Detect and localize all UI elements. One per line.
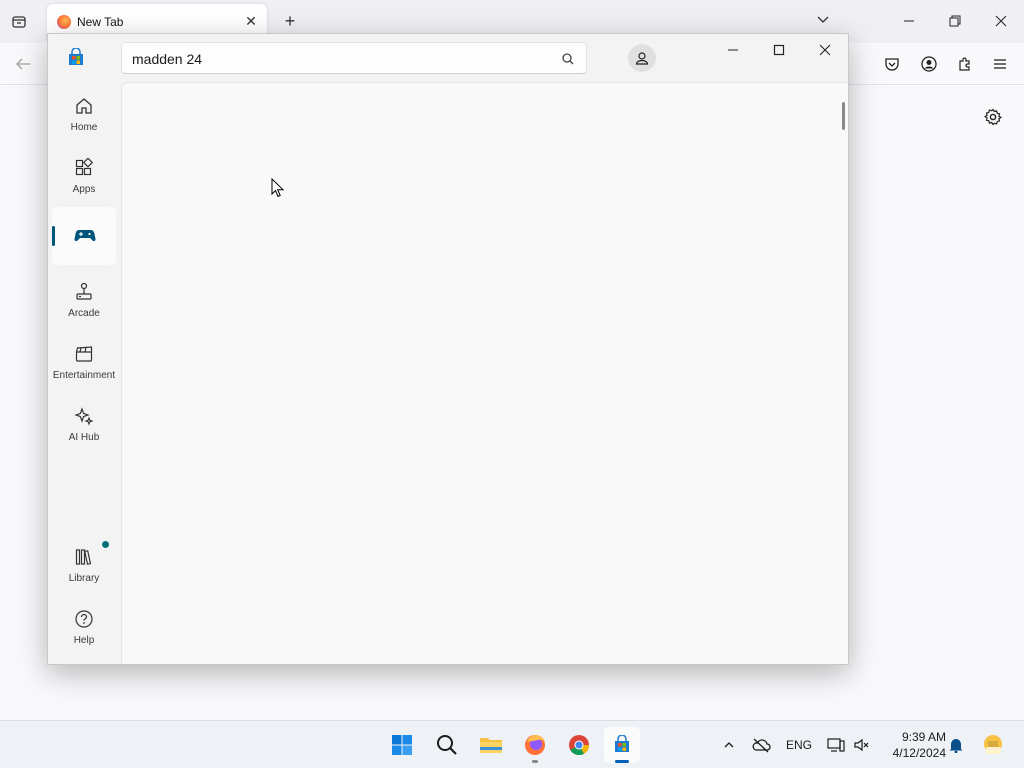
onedrive-offline-icon[interactable]	[750, 733, 772, 757]
clock-time: 9:39 AM	[901, 730, 946, 744]
nav-label: Entertainment	[52, 370, 116, 381]
library-icon	[74, 547, 94, 567]
volume-muted-icon[interactable]	[852, 733, 872, 757]
browser-close-icon[interactable]	[989, 10, 1013, 34]
notifications-bell-icon[interactable]	[946, 733, 966, 757]
ai-hub-icon	[74, 406, 94, 426]
apps-icon	[74, 157, 94, 178]
nav-label: Home	[70, 122, 98, 133]
nav-label: Help	[73, 635, 95, 646]
list-all-tabs-icon[interactable]	[816, 12, 836, 32]
language-indicator[interactable]: ENG	[784, 733, 814, 757]
nav-item-ai-hub[interactable]: AI Hub	[52, 396, 116, 454]
active-indicator	[52, 226, 55, 246]
nav-item-library[interactable]: Library	[52, 537, 116, 595]
tab-title: New Tab	[77, 15, 124, 29]
nav-item-apps[interactable]: Apps	[52, 148, 116, 206]
tab-close-icon[interactable]: ✕	[243, 13, 259, 29]
back-icon[interactable]	[12, 53, 34, 75]
search-input[interactable]: madden 24	[132, 51, 202, 67]
pocket-icon[interactable]	[881, 53, 903, 75]
settings-icon[interactable]	[982, 106, 1004, 128]
store-maximize-icon[interactable]	[764, 40, 794, 60]
scrollbar[interactable]	[842, 102, 845, 130]
store-icon[interactable]	[604, 727, 640, 763]
browser-restore-icon[interactable]	[943, 10, 967, 34]
store-window: madden 24 Home Apps Arcade Entertainment…	[47, 33, 849, 665]
store-logo-icon	[66, 47, 86, 68]
tab-list-icon[interactable]	[8, 11, 30, 33]
gaming-icon	[74, 225, 96, 245]
account-icon[interactable]	[918, 53, 940, 75]
content-area	[121, 82, 848, 664]
store-minimize-icon[interactable]	[718, 40, 748, 60]
nav-item-help[interactable]: Help	[52, 599, 116, 657]
menu-icon[interactable]	[989, 53, 1011, 75]
nav-label: Apps	[72, 184, 96, 195]
clock-date: 4/12/2024	[892, 746, 946, 760]
nav-item-arcade[interactable]: Arcade	[52, 272, 116, 330]
firefox-favicon-icon	[57, 15, 71, 29]
active-indicator	[615, 760, 629, 763]
preview-badge-icon[interactable]	[980, 733, 1006, 757]
extensions-icon[interactable]	[954, 53, 976, 75]
help-icon	[74, 609, 94, 629]
nav-label: Library	[68, 573, 100, 584]
entertainment-icon	[74, 344, 94, 364]
home-icon	[74, 96, 94, 116]
mouse-cursor-icon	[271, 177, 285, 198]
nav-label: Arcade	[68, 308, 100, 319]
notification-dot	[102, 541, 109, 548]
nav-item-entertainment[interactable]: Entertainment	[52, 334, 116, 392]
store-close-icon[interactable]	[810, 40, 840, 60]
clock[interactable]: 9:39 AM 4/12/2024	[880, 729, 946, 761]
taskbar: ENG 9:39 AM 4/12/2024	[0, 720, 1024, 768]
account-avatar-icon[interactable]	[628, 44, 656, 72]
browser-minimize-icon[interactable]	[897, 10, 921, 34]
show-hidden-icons-icon[interactable]	[720, 733, 738, 757]
nav-label: AI Hub	[68, 432, 100, 443]
nav-item-home[interactable]: Home	[52, 86, 116, 144]
network-icon[interactable]	[826, 733, 846, 757]
new-tab-button[interactable]: +	[280, 11, 300, 31]
firefox-icon[interactable]	[517, 727, 553, 763]
nav-item-gaming[interactable]	[52, 207, 116, 265]
store-nav: Home Apps Arcade Entertainment AI Hub Li…	[48, 82, 120, 664]
start-icon[interactable]	[384, 727, 420, 763]
arcade-icon	[74, 282, 94, 302]
running-indicator	[532, 760, 538, 763]
file-explorer-icon[interactable]	[473, 727, 509, 763]
chrome-icon[interactable]	[561, 727, 597, 763]
search-icon[interactable]	[560, 51, 576, 67]
search-box[interactable]: madden 24	[121, 42, 587, 74]
search-icon[interactable]	[429, 727, 465, 763]
